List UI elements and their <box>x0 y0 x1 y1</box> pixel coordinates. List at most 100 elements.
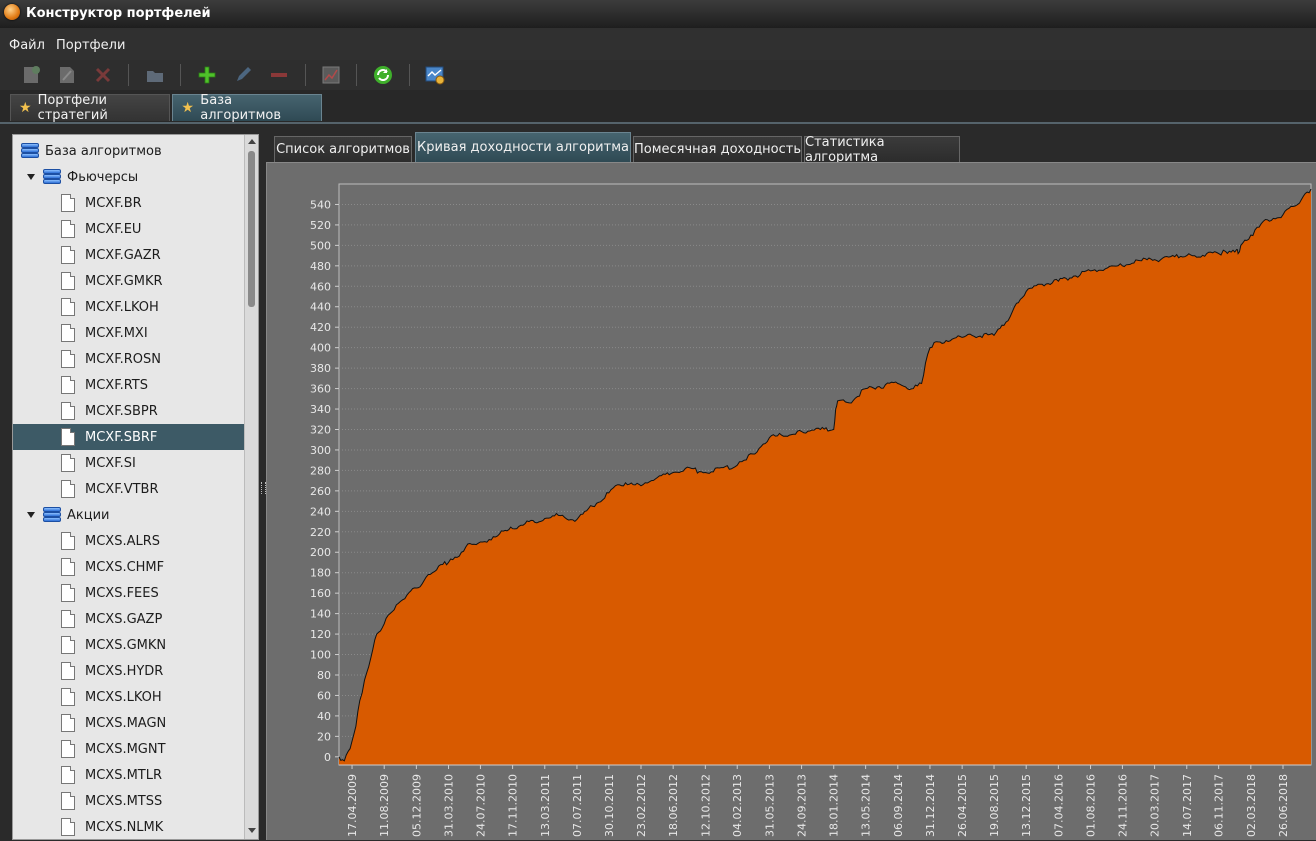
new-portfolio-button[interactable] <box>20 64 42 86</box>
x-tick-label: 07.04.2016 <box>1052 774 1065 837</box>
expand-caret-icon[interactable] <box>27 512 35 518</box>
tree-item[interactable]: MCXF.RTS <box>13 372 244 398</box>
new-portfolio-icon <box>24 66 40 83</box>
tree-item[interactable]: MCXS.NLMK <box>13 814 244 839</box>
tree-item[interactable]: MCXF.MXI <box>13 320 244 346</box>
file-icon <box>61 454 75 472</box>
tab-monthly-returns[interactable]: Помесячная доходность <box>633 136 802 162</box>
y-tick-label: 80 <box>317 669 331 682</box>
x-tick-label: 06.11.2017 <box>1213 774 1226 837</box>
chart-icon <box>322 66 340 84</box>
expand-caret-icon[interactable] <box>27 174 35 180</box>
tree-item[interactable]: MCXF.GAZR <box>13 242 244 268</box>
file-icon <box>61 636 75 654</box>
tree-item-label: MCXF.VTBR <box>85 481 159 497</box>
x-tick-label: 31.05.2013 <box>763 774 776 837</box>
tree-item[interactable]: MCXS.FEES <box>13 580 244 606</box>
tree-item[interactable]: MCXS.GAZP <box>13 606 244 632</box>
y-tick-label: 320 <box>310 423 331 436</box>
y-tick-label: 440 <box>310 301 331 314</box>
file-icon <box>61 324 75 342</box>
scrollbar-thumb[interactable] <box>248 151 255 307</box>
tree-item[interactable]: MCXS.ALRS <box>13 528 244 554</box>
tree-group-stocks[interactable]: Акции <box>13 502 244 528</box>
x-tick-label: 12.10.2012 <box>699 774 712 837</box>
menu-file[interactable]: Файл <box>9 38 45 53</box>
file-icon <box>61 688 75 706</box>
tree-item[interactable]: MCXS.GMKN <box>13 632 244 658</box>
tree-item-label: MCXS.GMKN <box>85 637 167 653</box>
scroll-up-arrow-icon[interactable] <box>248 139 256 144</box>
y-tick-label: 60 <box>317 689 331 702</box>
tab-strategy-portfolios[interactable]: ★ Портфели стратегий <box>10 93 170 123</box>
tree-item[interactable]: MCXS.MTLR <box>13 762 244 788</box>
y-tick-label: 120 <box>310 628 331 641</box>
tree-item-label: MCXS.ALRS <box>85 533 161 549</box>
tree-item[interactable]: MCXF.SBPR <box>13 398 244 424</box>
tab-algorithm-base[interactable]: ★ База алгоритмов <box>172 93 322 123</box>
outer-tab-bar: ★ Портфели стратегий ★ База алгоритмов <box>0 90 1316 124</box>
tree-item[interactable]: MCXS.MTSS <box>13 788 244 814</box>
x-tick-label: 01.08.2016 <box>1085 774 1098 837</box>
tree-item-selected[interactable]: MCXF.SBRF <box>13 424 244 450</box>
pencil-icon <box>237 67 251 81</box>
y-tick-label: 340 <box>310 403 331 416</box>
window-title: Конструктор портфелей <box>26 6 211 21</box>
tree-item[interactable]: MCXF.ROSN <box>13 346 244 372</box>
database-icon <box>43 169 61 185</box>
settings-chart-icon <box>425 66 445 85</box>
tree-item-label: MCXF.MXI <box>85 325 148 341</box>
folder-button[interactable] <box>144 64 166 86</box>
tree-item[interactable]: MCXF.VTBR <box>13 476 244 502</box>
y-tick-label: 280 <box>310 464 331 477</box>
tree-item-label: MCXS.HYDR <box>85 663 164 679</box>
tree-group-futures[interactable]: Фьючерсы <box>13 164 244 190</box>
y-tick-label: 40 <box>317 710 331 723</box>
tree-item-label: MCXF.SBRF <box>85 429 158 445</box>
tree-item[interactable]: MCXF.LKOH <box>13 294 244 320</box>
toolbar-separator <box>180 64 181 86</box>
x-tick-label: 13.12.2015 <box>1020 774 1033 837</box>
tree-item[interactable]: MCXS.MAGN <box>13 710 244 736</box>
x-tick-label: 02.03.2018 <box>1245 774 1258 837</box>
work-area: База алгоритмов Фьючерсы MCXF.BR MCXF.EU… <box>0 124 1316 840</box>
delete-portfolio-button[interactable] <box>92 64 114 86</box>
add-button[interactable] <box>196 64 218 86</box>
menu-portfolios[interactable]: Портфели <box>56 38 125 53</box>
y-tick-label: 260 <box>310 485 331 498</box>
scroll-down-arrow-icon[interactable] <box>248 828 256 833</box>
chart-settings-button[interactable] <box>424 64 446 86</box>
tree-item[interactable]: MCXS.CHMF <box>13 554 244 580</box>
tab-algorithm-list[interactable]: Список алгоритмов <box>274 136 412 162</box>
chart-button[interactable] <box>320 64 342 86</box>
remove-icon <box>271 73 287 77</box>
tab-algorithm-stats[interactable]: Статистика алгоритма <box>804 135 960 165</box>
x-tick-label: 23.02.2012 <box>635 774 648 837</box>
file-icon <box>61 532 75 550</box>
remove-button[interactable] <box>268 64 290 86</box>
edit-portfolio-button[interactable] <box>56 64 78 86</box>
file-icon <box>61 272 75 290</box>
file-icon <box>61 662 75 680</box>
tree-item[interactable]: MCXF.GMKR <box>13 268 244 294</box>
toolbar-separator <box>409 64 410 86</box>
tree-item[interactable]: MCXS.HYDR <box>13 658 244 684</box>
refresh-button[interactable] <box>372 64 394 86</box>
y-tick-label: 160 <box>310 587 331 600</box>
tree-item-label: MCXS.MAGN <box>85 715 167 731</box>
tree-item[interactable]: MCXF.EU <box>13 216 244 242</box>
tree-item[interactable]: MCXF.BR <box>13 190 244 216</box>
tree-item[interactable]: MCXS.MGNT <box>13 736 244 762</box>
tree-item[interactable]: MCXS.LKOH <box>13 684 244 710</box>
tree-item-label: MCXF.GAZR <box>85 247 161 263</box>
file-icon <box>61 792 75 810</box>
tree-item[interactable]: MCXF.SI <box>13 450 244 476</box>
tree-item-label: MCXF.BR <box>85 195 142 211</box>
y-tick-label: 420 <box>310 321 331 334</box>
pencil-button[interactable] <box>232 64 254 86</box>
tab-equity-curve[interactable]: Кривая доходности алгоритма <box>415 132 631 162</box>
tree-root[interactable]: База алгоритмов <box>13 138 244 164</box>
x-tick-label: 20.03.2017 <box>1149 774 1162 837</box>
tree-scrollbar[interactable] <box>244 135 258 839</box>
x-tick-label: 05.12.2009 <box>410 774 423 837</box>
